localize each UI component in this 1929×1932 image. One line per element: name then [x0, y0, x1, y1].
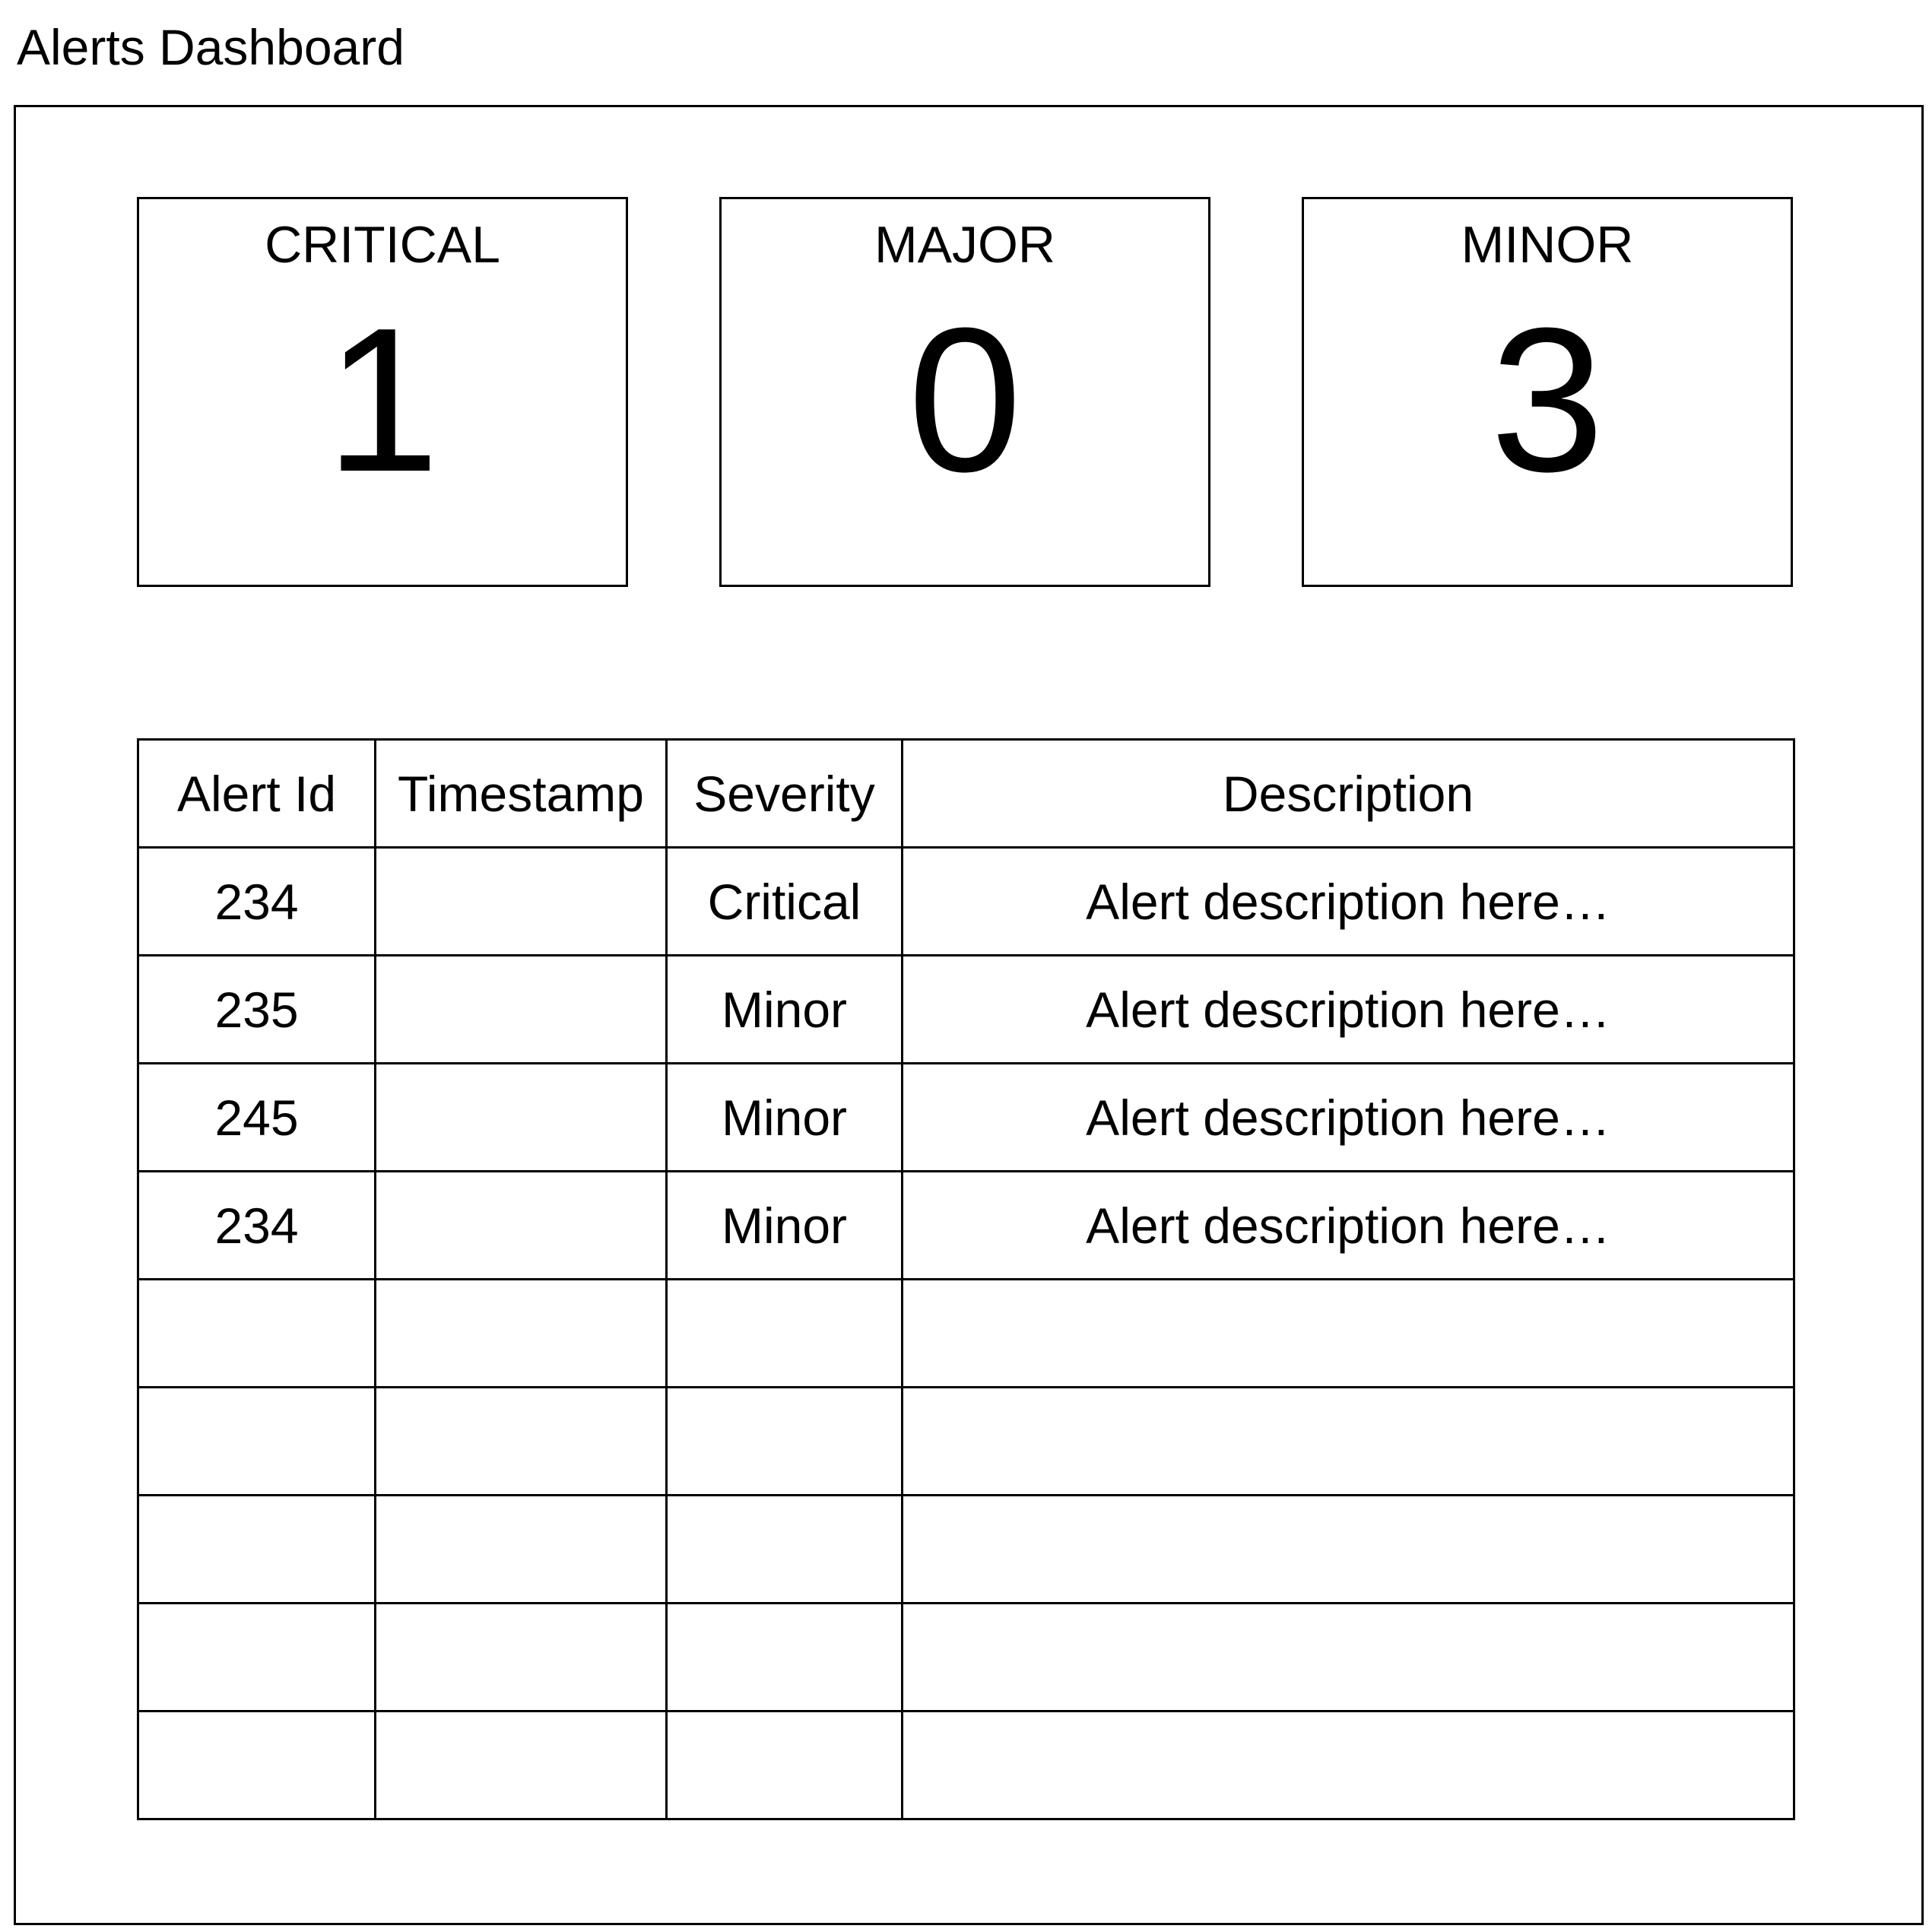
timestamp-cell — [374, 1170, 668, 1280]
column-header-severity[interactable]: Severity — [665, 738, 903, 849]
alert-id-cell — [137, 1278, 376, 1388]
table-row[interactable] — [137, 1602, 1795, 1712]
minor-count-value: 3 — [1490, 286, 1605, 515]
minor-card-label: MINOR — [1461, 216, 1634, 274]
timestamp-cell — [374, 1278, 668, 1388]
page-title: Alerts Dashboard — [17, 19, 405, 75]
alert-id-cell — [137, 1494, 376, 1604]
timestamp-cell — [374, 1062, 668, 1172]
severity-cell — [665, 1386, 903, 1496]
alert-id-cell: 234 — [137, 846, 376, 956]
alerts-table: Alert Id Timestamp Severity Description … — [137, 738, 1795, 1820]
critical-count-value: 1 — [325, 286, 440, 515]
table-row[interactable] — [137, 1278, 1795, 1388]
description-cell — [901, 1494, 1795, 1604]
description-cell: Alert description here… — [901, 846, 1795, 956]
critical-card-label: CRITICAL — [265, 216, 500, 274]
alert-id-cell — [137, 1386, 376, 1496]
description-cell: Alert description here… — [901, 1170, 1795, 1280]
description-cell: Alert description here… — [901, 1062, 1795, 1172]
timestamp-cell — [374, 846, 668, 956]
alert-id-cell: 234 — [137, 1170, 376, 1280]
severity-cell — [665, 1602, 903, 1712]
minor-count-card[interactable]: MINOR 3 — [1302, 197, 1793, 587]
severity-cell — [665, 1710, 903, 1820]
column-header-description[interactable]: Description — [901, 738, 1795, 849]
critical-count-card[interactable]: CRITICAL 1 — [137, 197, 628, 587]
table-row[interactable]: 235 Minor Alert description here… — [137, 954, 1795, 1064]
column-header-timestamp[interactable]: Timestamp — [374, 738, 668, 849]
alert-id-cell — [137, 1602, 376, 1712]
severity-cell: Minor — [665, 1170, 903, 1280]
timestamp-cell — [374, 1494, 668, 1604]
table-row[interactable] — [137, 1710, 1795, 1820]
major-count-value: 0 — [907, 286, 1023, 515]
alert-id-cell: 235 — [137, 954, 376, 1064]
major-count-card[interactable]: MAJOR 0 — [719, 197, 1210, 587]
timestamp-cell — [374, 954, 668, 1064]
description-cell — [901, 1602, 1795, 1712]
severity-cell — [665, 1494, 903, 1604]
description-cell: Alert description here… — [901, 954, 1795, 1064]
severity-cell — [665, 1278, 903, 1388]
table-row[interactable]: 234 Critical Alert description here… — [137, 846, 1795, 956]
description-cell — [901, 1710, 1795, 1820]
table-header-row: Alert Id Timestamp Severity Description — [137, 738, 1795, 849]
column-header-alert-id[interactable]: Alert Id — [137, 738, 376, 849]
description-cell — [901, 1278, 1795, 1388]
table-row[interactable]: 234 Minor Alert description here… — [137, 1170, 1795, 1280]
alert-id-cell — [137, 1710, 376, 1820]
major-card-label: MAJOR — [874, 216, 1055, 274]
timestamp-cell — [374, 1386, 668, 1496]
severity-cell: Minor — [665, 1062, 903, 1172]
severity-cell: Critical — [665, 846, 903, 956]
timestamp-cell — [374, 1602, 668, 1712]
severity-cell: Minor — [665, 954, 903, 1064]
description-cell — [901, 1386, 1795, 1496]
table-row[interactable]: 245 Minor Alert description here… — [137, 1062, 1795, 1172]
table-row[interactable] — [137, 1494, 1795, 1604]
table-row[interactable] — [137, 1386, 1795, 1496]
alert-id-cell: 245 — [137, 1062, 376, 1172]
timestamp-cell — [374, 1710, 668, 1820]
